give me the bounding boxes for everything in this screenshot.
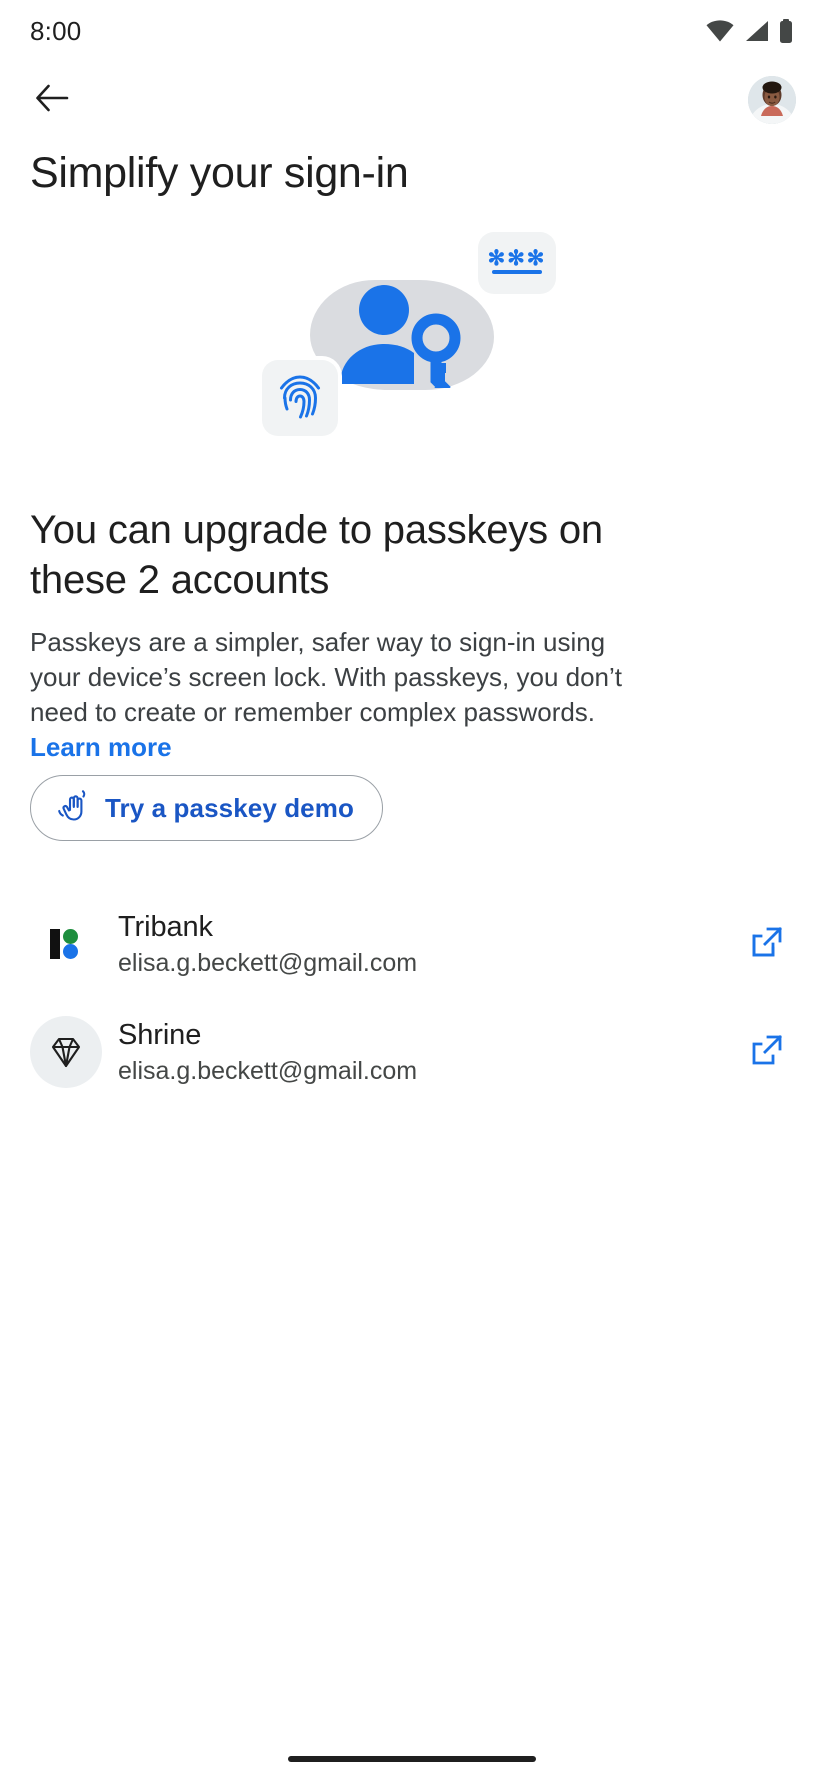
wifi-icon — [706, 20, 734, 42]
demo-button-label: Try a passkey demo — [105, 792, 354, 823]
list-item[interactable]: Shrine elisa.g.beckett@gmail.com — [0, 998, 824, 1106]
page-title: Simplify your sign-in — [30, 149, 409, 197]
back-arrow-icon — [35, 83, 69, 118]
account-list: Tribank elisa.g.beckett@gmail.com Shrine… — [0, 890, 824, 1106]
open-in-new-icon — [749, 1032, 785, 1073]
account-text: Shrine elisa.g.beckett@gmail.com — [118, 1016, 738, 1088]
person-with-key-icon — [332, 284, 472, 398]
tribank-logo — [30, 908, 102, 980]
fingerprint-card — [262, 360, 338, 436]
open-in-new-icon — [749, 924, 785, 965]
gesture-nav-bar[interactable] — [288, 1756, 536, 1762]
app-bar — [0, 62, 824, 138]
body-text: Passkeys are a simpler, safer way to sig… — [30, 627, 623, 727]
shrine-diamond-logo — [30, 1016, 102, 1088]
open-in-new-button[interactable] — [738, 915, 796, 973]
account-email: elisa.g.beckett@gmail.com — [118, 1057, 418, 1085]
headline: You can upgrade to passkeys on these 2 a… — [30, 508, 603, 602]
password-underline — [492, 270, 542, 274]
cellular-icon — [743, 20, 769, 42]
passkeys-screen: 8:00 Simplify your sign-in ✻✻✻ You can u… — [0, 0, 824, 1784]
try-passkey-demo-button[interactable]: Try a passkey demo — [30, 775, 383, 841]
fingerprint-icon — [275, 371, 325, 426]
password-asterisks: ✻✻✻ — [487, 247, 547, 270]
account-email: elisa.g.beckett@gmail.com — [118, 949, 418, 977]
password-card: ✻✻✻ — [478, 232, 556, 294]
status-time: 8:00 — [30, 15, 82, 46]
status-bar: 8:00 — [0, 0, 824, 62]
account-name: Shrine — [118, 1019, 202, 1051]
touch-hand-icon — [57, 789, 89, 827]
list-item[interactable]: Tribank elisa.g.beckett@gmail.com — [0, 890, 824, 998]
back-button[interactable] — [26, 74, 78, 126]
learn-more-link[interactable]: Learn more — [30, 732, 172, 762]
body-copy: Passkeys are a simpler, safer way to sig… — [30, 625, 645, 765]
account-text: Tribank elisa.g.beckett@gmail.com — [118, 908, 738, 980]
avatar[interactable] — [748, 76, 796, 124]
open-in-new-button[interactable] — [738, 1023, 796, 1081]
battery-icon — [778, 19, 794, 43]
status-icon-group — [706, 19, 794, 43]
account-name: Tribank — [118, 911, 213, 943]
hero-illustration: ✻✻✻ — [0, 232, 824, 482]
